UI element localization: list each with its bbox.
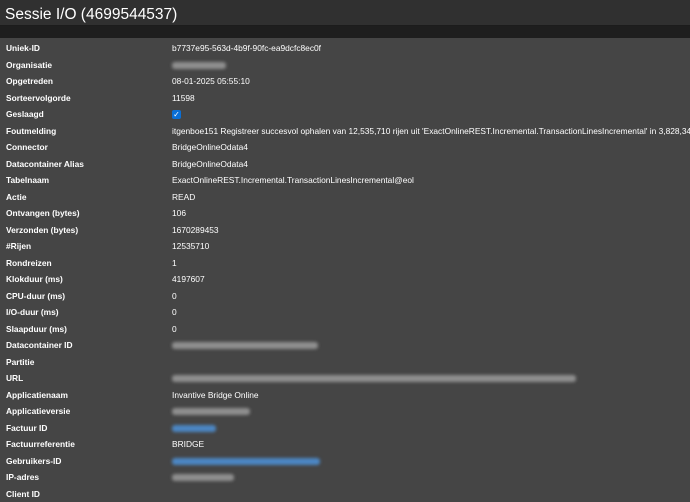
row-value: 0 [172, 307, 177, 318]
row-label: #Rijen [6, 241, 32, 252]
row-label: Ontvangen (bytes) [6, 208, 80, 219]
row-cpu-duur: CPU-duur (ms) 0 [0, 288, 690, 305]
row-gebruikers-id: Gebruikers-ID [0, 453, 690, 470]
checkmark-icon[interactable]: ✓ [172, 110, 181, 120]
row-label: Foutmelding [6, 125, 57, 136]
row-label: Factuurreferentie [6, 439, 75, 450]
row-verzonden: Verzonden (bytes) 1670289453 [0, 222, 690, 239]
row-value: 0 [172, 290, 177, 301]
row-label: Rondreizen [6, 257, 52, 268]
row-factuur-id: Factuur ID [0, 420, 690, 437]
row-label: Applicatieversie [6, 406, 71, 417]
row-value: Invantive Bridge Online [172, 389, 259, 400]
row-label: Datacontainer ID [6, 340, 73, 351]
row-label: Klokduur (ms) [6, 274, 63, 285]
row-label: Connector [6, 142, 48, 153]
row-label: CPU-duur (ms) [6, 290, 66, 301]
row-value: itgenboe151 Registreer succesvol ophalen… [172, 125, 690, 136]
row-label: Sorteervolgorde [6, 92, 71, 103]
row-uniek-id: Uniek-ID b7737e95-563d-4b9f-90fc-ea9dcfc… [0, 40, 690, 57]
row-value: BridgeOnlineOdata4 [172, 142, 248, 153]
row-datacontainer-id: Datacontainer ID [0, 337, 690, 354]
row-tabelnaam: Tabelnaam ExactOnlineREST.Incremental.Tr… [0, 172, 690, 189]
row-ontvangen: Ontvangen (bytes) 106 [0, 205, 690, 222]
row-label: Actie [6, 191, 27, 202]
row-opgetreden: Opgetreden 08-01-2025 05:55:10 [0, 73, 690, 90]
row-label: URL [6, 373, 24, 384]
row-url: URL [0, 370, 690, 387]
row-slaapduur: Slaapduur (ms) 0 [0, 321, 690, 338]
row-value: 0 [172, 323, 177, 334]
row-applicatienaam: Applicatienaam Invantive Bridge Online [0, 387, 690, 404]
row-label: Organisatie [6, 59, 53, 70]
row-value: READ [172, 191, 196, 202]
window-titlebar: Sessie I/O (4699544537) [0, 0, 690, 26]
row-value: BridgeOnlineOdata4 [172, 158, 248, 169]
row-value: 12535710 [172, 241, 210, 252]
redacted-value [172, 404, 250, 419]
row-label: Gebruikers-ID [6, 455, 62, 466]
row-organisatie: Organisatie [0, 57, 690, 74]
row-rijen: #Rijen 12535710 [0, 238, 690, 255]
row-sorteervolgorde: Sorteervolgorde 11598 [0, 90, 690, 107]
row-label: Tabelnaam [6, 175, 50, 186]
row-label: Verzonden (bytes) [6, 224, 79, 235]
row-connector: Connector BridgeOnlineOdata4 [0, 139, 690, 156]
row-label: IP-adres [6, 472, 40, 483]
row-value: 106 [172, 208, 186, 219]
row-value: 11598 [172, 92, 195, 103]
row-value: 1 [172, 257, 177, 268]
row-label: Geslaagd [6, 109, 44, 120]
row-label: Client ID [6, 488, 40, 499]
redacted-value [172, 338, 318, 353]
gebruikers-id-link[interactable] [172, 454, 320, 469]
row-label: Datacontainer Alias [6, 158, 84, 169]
row-value: ExactOnlineREST.Incremental.TransactionL… [172, 175, 414, 186]
row-value: b7737e95-563d-4b9f-90fc-ea9dcfc8ec0f [172, 43, 321, 53]
row-datacontainer-alias: Datacontainer Alias BridgeOnlineOdata4 [0, 156, 690, 173]
row-label: Factuur ID [6, 422, 48, 433]
row-ip-adres: IP-adres [0, 469, 690, 486]
row-io-duur: I/O-duur (ms) 0 [0, 304, 690, 321]
row-client-id: Client ID [0, 486, 690, 502]
row-klokduur: Klokduur (ms) 4197607 [0, 271, 690, 288]
row-label: I/O-duur (ms) [6, 307, 59, 318]
row-rondreizen: Rondreizen 1 [0, 255, 690, 272]
detail-list: Uniek-ID b7737e95-563d-4b9f-90fc-ea9dcfc… [0, 38, 690, 502]
redacted-value [172, 371, 576, 386]
row-partitie: Partitie [0, 354, 690, 371]
row-value: 08-01-2025 05:55:10 [172, 76, 250, 87]
row-factuurreferentie: Factuurreferentie BRIDGE [0, 436, 690, 453]
redacted-value [172, 58, 226, 73]
row-value: 4197607 [172, 274, 205, 285]
row-actie: Actie READ [0, 189, 690, 206]
row-value: BRIDGE [172, 439, 205, 450]
factuur-id-link[interactable] [172, 421, 216, 436]
row-applicatieversie: Applicatieversie [0, 403, 690, 420]
window-title: Sessie I/O (4699544537) [5, 6, 178, 23]
header-divider [0, 26, 690, 38]
row-label: Applicatienaam [6, 389, 68, 400]
redacted-value [172, 470, 234, 485]
row-foutmelding: Foutmelding itgenboe151 Registreer succe… [0, 123, 690, 140]
row-label: Opgetreden [6, 76, 53, 87]
row-label: Slaapduur (ms) [6, 323, 67, 334]
row-geslaagd: Geslaagd ✓ [0, 106, 690, 123]
row-label: Uniek-ID [6, 43, 40, 53]
row-value: 1670289453 [172, 224, 219, 235]
row-label: Partitie [6, 356, 35, 367]
